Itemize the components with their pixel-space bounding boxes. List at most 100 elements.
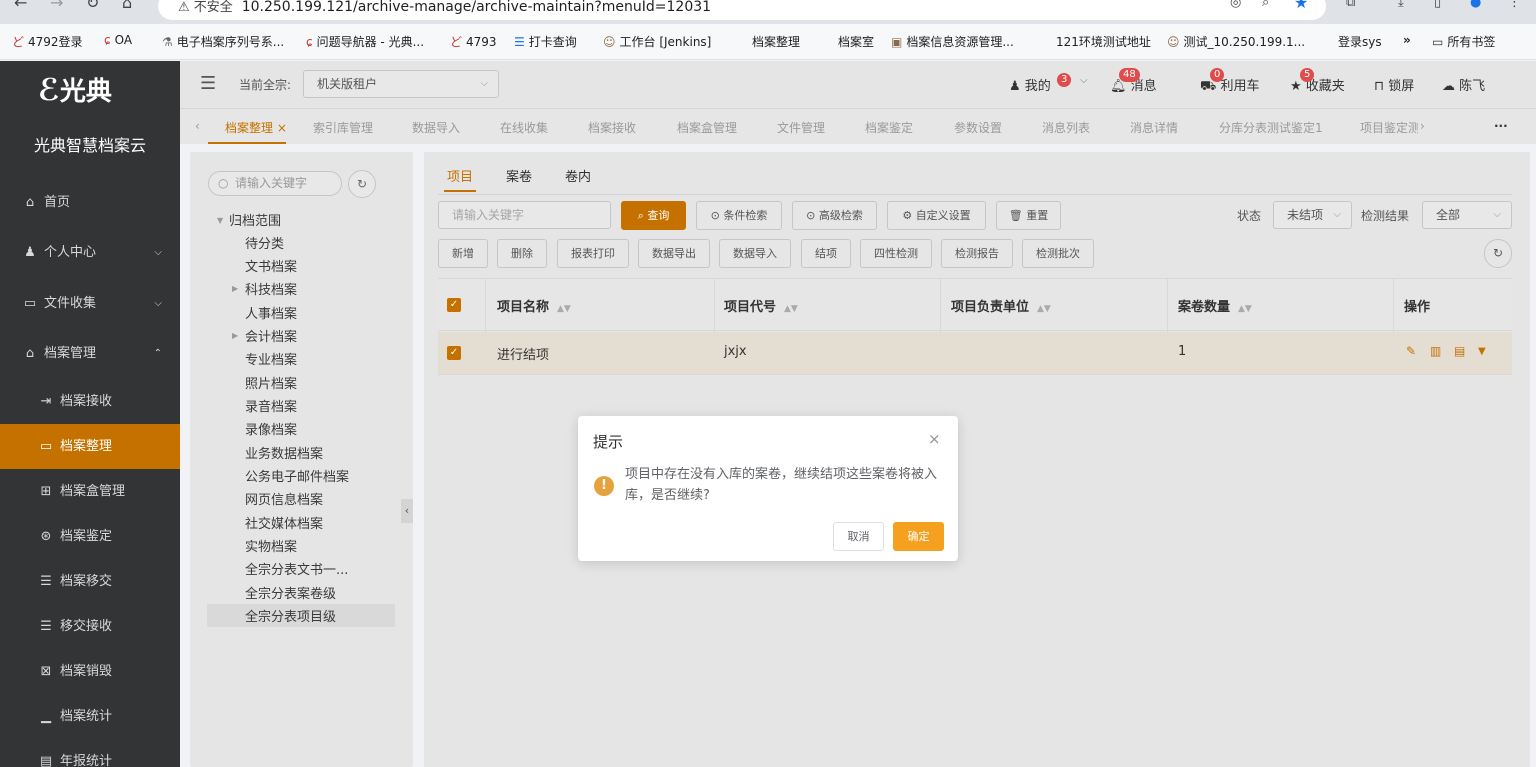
- tabs-prev-icon[interactable]: ‹: [195, 119, 200, 133]
- tree-node[interactable]: 科技档案: [245, 279, 297, 298]
- close-icon[interactable]: ×: [277, 121, 287, 135]
- bookmark-item[interactable]: 档案室: [838, 33, 874, 50]
- bookmark-item[interactable]: ɕ 问题导航器 - 光典...: [306, 33, 424, 50]
- bookmark-item[interactable]: ɕ OA: [104, 33, 132, 47]
- sidebar-item-appraisal[interactable]: ⊛ 档案鉴定: [0, 514, 180, 559]
- bookmark-item[interactable]: ⚗ 电子档案序列号系...: [162, 33, 284, 50]
- zoom-icon[interactable]: ⌕: [1262, 0, 1269, 11]
- close-project-button[interactable]: 结项: [801, 239, 851, 268]
- column-header-unit[interactable]: 项目负责单位 ▲▼: [951, 296, 1051, 315]
- select-all-checkbox[interactable]: ✓: [447, 298, 461, 312]
- all-bookmarks[interactable]: ▭ 所有书签: [1432, 33, 1495, 50]
- tree-node[interactable]: 文书档案: [245, 256, 297, 275]
- sidebar-item-archive-receive[interactable]: ⇥ 档案接收: [0, 379, 180, 424]
- lock-screen[interactable]: ⊓ 锁屏: [1374, 75, 1414, 94]
- home-nav-icon[interactable]: ⌂: [122, 0, 132, 11]
- sort-icon[interactable]: ▲▼: [784, 304, 798, 314]
- bookmark-item[interactable]: ☰ 打卡查询: [514, 33, 577, 50]
- check-batch-button[interactable]: 检测批次: [1022, 239, 1094, 268]
- tree-node[interactable]: 公务电子邮件档案: [245, 466, 349, 485]
- tree-node[interactable]: 会计档案: [245, 326, 297, 345]
- tab-item[interactable]: 消息详情: [1130, 119, 1178, 136]
- caret-down-icon[interactable]: ▼: [217, 216, 223, 225]
- row-checkbox[interactable]: ✓: [447, 346, 461, 360]
- close-icon[interactable]: ×: [928, 430, 941, 448]
- condition-search-button[interactable]: ⊙ 条件检索: [696, 201, 782, 230]
- bookmark-item[interactable]: ☺ 测试_10.250.199.1...: [1167, 33, 1305, 50]
- sidebar-item-destroy[interactable]: ⊠ 档案销毁: [0, 649, 180, 694]
- custom-settings-button[interactable]: ⚙ 自定义设置: [887, 201, 986, 230]
- edit-icon[interactable]: ✎: [1406, 344, 1416, 358]
- cart[interactable]: ⛟ 利用车: [1200, 75, 1260, 96]
- sort-icon[interactable]: ▲▼: [1238, 304, 1252, 314]
- tab-item[interactable]: 索引库管理: [313, 119, 373, 136]
- tab-project[interactable]: 项目: [447, 166, 473, 185]
- advanced-search-button[interactable]: ⊙ 高级检索: [792, 201, 877, 230]
- tabs-next-icon[interactable]: ›: [1420, 119, 1425, 133]
- refresh-icon[interactable]: ↻: [1484, 239, 1512, 268]
- bookmark-overflow[interactable]: »: [1403, 33, 1411, 47]
- caret-right-icon[interactable]: ▶: [232, 331, 238, 340]
- status-select[interactable]: 未结项 ⌵: [1273, 201, 1352, 229]
- fonds-select[interactable]: 机关版租户 ⌵: [303, 70, 499, 98]
- caret-right-icon[interactable]: ▶: [232, 284, 238, 293]
- check-report-button[interactable]: 检测报告: [941, 239, 1013, 268]
- bookmark-item[interactable]: ☺ 工作台 [Jenkins]: [603, 33, 711, 50]
- sidebar-item-transfer[interactable]: ☰ 档案移交: [0, 559, 180, 604]
- forward-icon[interactable]: →: [50, 0, 63, 11]
- chevron-down-icon[interactable]: ⌵: [1080, 75, 1088, 86]
- tree-node[interactable]: 业务数据档案: [245, 443, 323, 462]
- delete-button[interactable]: 删除: [497, 239, 547, 268]
- sidebar-item-home[interactable]: ⌂ 首页: [0, 180, 180, 225]
- sidebar-item-archive-manage[interactable]: ⌂ 档案管理 ⌃: [0, 331, 180, 376]
- sort-icon[interactable]: ▲▼: [557, 304, 571, 314]
- browser-menu-icon[interactable]: ⋮: [1508, 0, 1521, 11]
- tab-item[interactable]: 在线收集: [500, 119, 548, 136]
- caret-down-icon[interactable]: ▼: [1478, 346, 1486, 357]
- bookmark-item[interactable]: 登录sys: [1338, 33, 1382, 50]
- tab-item[interactable]: 档案接收: [588, 119, 636, 136]
- bookmark-star-icon[interactable]: ★: [1294, 0, 1308, 11]
- tab-inner-file[interactable]: 卷内: [565, 166, 591, 185]
- refresh-icon[interactable]: ↻: [348, 170, 376, 198]
- document-icon[interactable]: ▤: [1454, 344, 1465, 358]
- tree-node[interactable]: 全宗分表文书一...: [245, 559, 348, 578]
- tree-node[interactable]: 录音档案: [245, 396, 297, 415]
- user-menu[interactable]: ☁ 陈飞: [1442, 75, 1485, 94]
- collapse-panel-icon[interactable]: ‹: [401, 499, 413, 523]
- more-icon[interactable]: ···: [1494, 119, 1508, 133]
- favorites[interactable]: ★ 收藏夹: [1290, 75, 1345, 94]
- tab-item[interactable]: 消息列表: [1042, 119, 1090, 136]
- tree-node[interactable]: 全宗分表案卷级: [245, 583, 336, 602]
- tree-node-selected[interactable]: 全宗分表项目级: [245, 606, 336, 625]
- bookmark-item[interactable]: ど 4793: [450, 33, 497, 50]
- tree-node[interactable]: 待分类: [245, 233, 284, 252]
- sidebar-item-archive-organize[interactable]: ▭ 档案整理: [0, 424, 180, 469]
- tree-node[interactable]: 人事档案: [245, 303, 297, 322]
- sidebar-item-file-collection[interactable]: ▭ 文件收集 ⌵: [0, 281, 180, 326]
- tree-node[interactable]: 专业档案: [245, 349, 297, 368]
- tree-node[interactable]: 社交媒体档案: [245, 513, 323, 532]
- sidebar-item-personal[interactable]: ♟ 个人中心 ⌵: [0, 230, 180, 275]
- sidebar-item-transfer-receive[interactable]: ☰ 移交接收: [0, 604, 180, 649]
- add-button[interactable]: 新增: [438, 239, 488, 268]
- report-print-button[interactable]: 报表打印: [557, 239, 629, 268]
- tab-archive-organize[interactable]: 档案整理 ×: [225, 119, 287, 136]
- tree-node[interactable]: 网页信息档案: [245, 489, 323, 508]
- tab-item[interactable]: 档案鉴定: [865, 119, 913, 136]
- cancel-button[interactable]: 取消: [833, 522, 884, 551]
- four-check-button[interactable]: 四性检测: [860, 239, 932, 268]
- data-import-button[interactable]: 数据导入: [719, 239, 791, 268]
- extensions-icon[interactable]: ⧉: [1346, 0, 1355, 11]
- column-header-name[interactable]: 项目名称 ▲▼: [497, 296, 571, 315]
- bookmark-item[interactable]: 121环境测试地址: [1056, 33, 1151, 50]
- check-result-select[interactable]: 全部 ⌵: [1422, 201, 1512, 229]
- bookmark-item[interactable]: 档案整理: [752, 33, 800, 50]
- book-icon[interactable]: ▥: [1430, 344, 1441, 358]
- query-button[interactable]: ⌕ 查询: [621, 201, 686, 230]
- tab-item[interactable]: 项目鉴定测: [1360, 119, 1418, 136]
- tab-dossier[interactable]: 案卷: [506, 166, 532, 185]
- download-icon[interactable]: ⤓: [1398, 0, 1404, 11]
- tree-node[interactable]: 实物档案: [245, 536, 297, 555]
- tree-node[interactable]: 照片档案: [245, 373, 297, 392]
